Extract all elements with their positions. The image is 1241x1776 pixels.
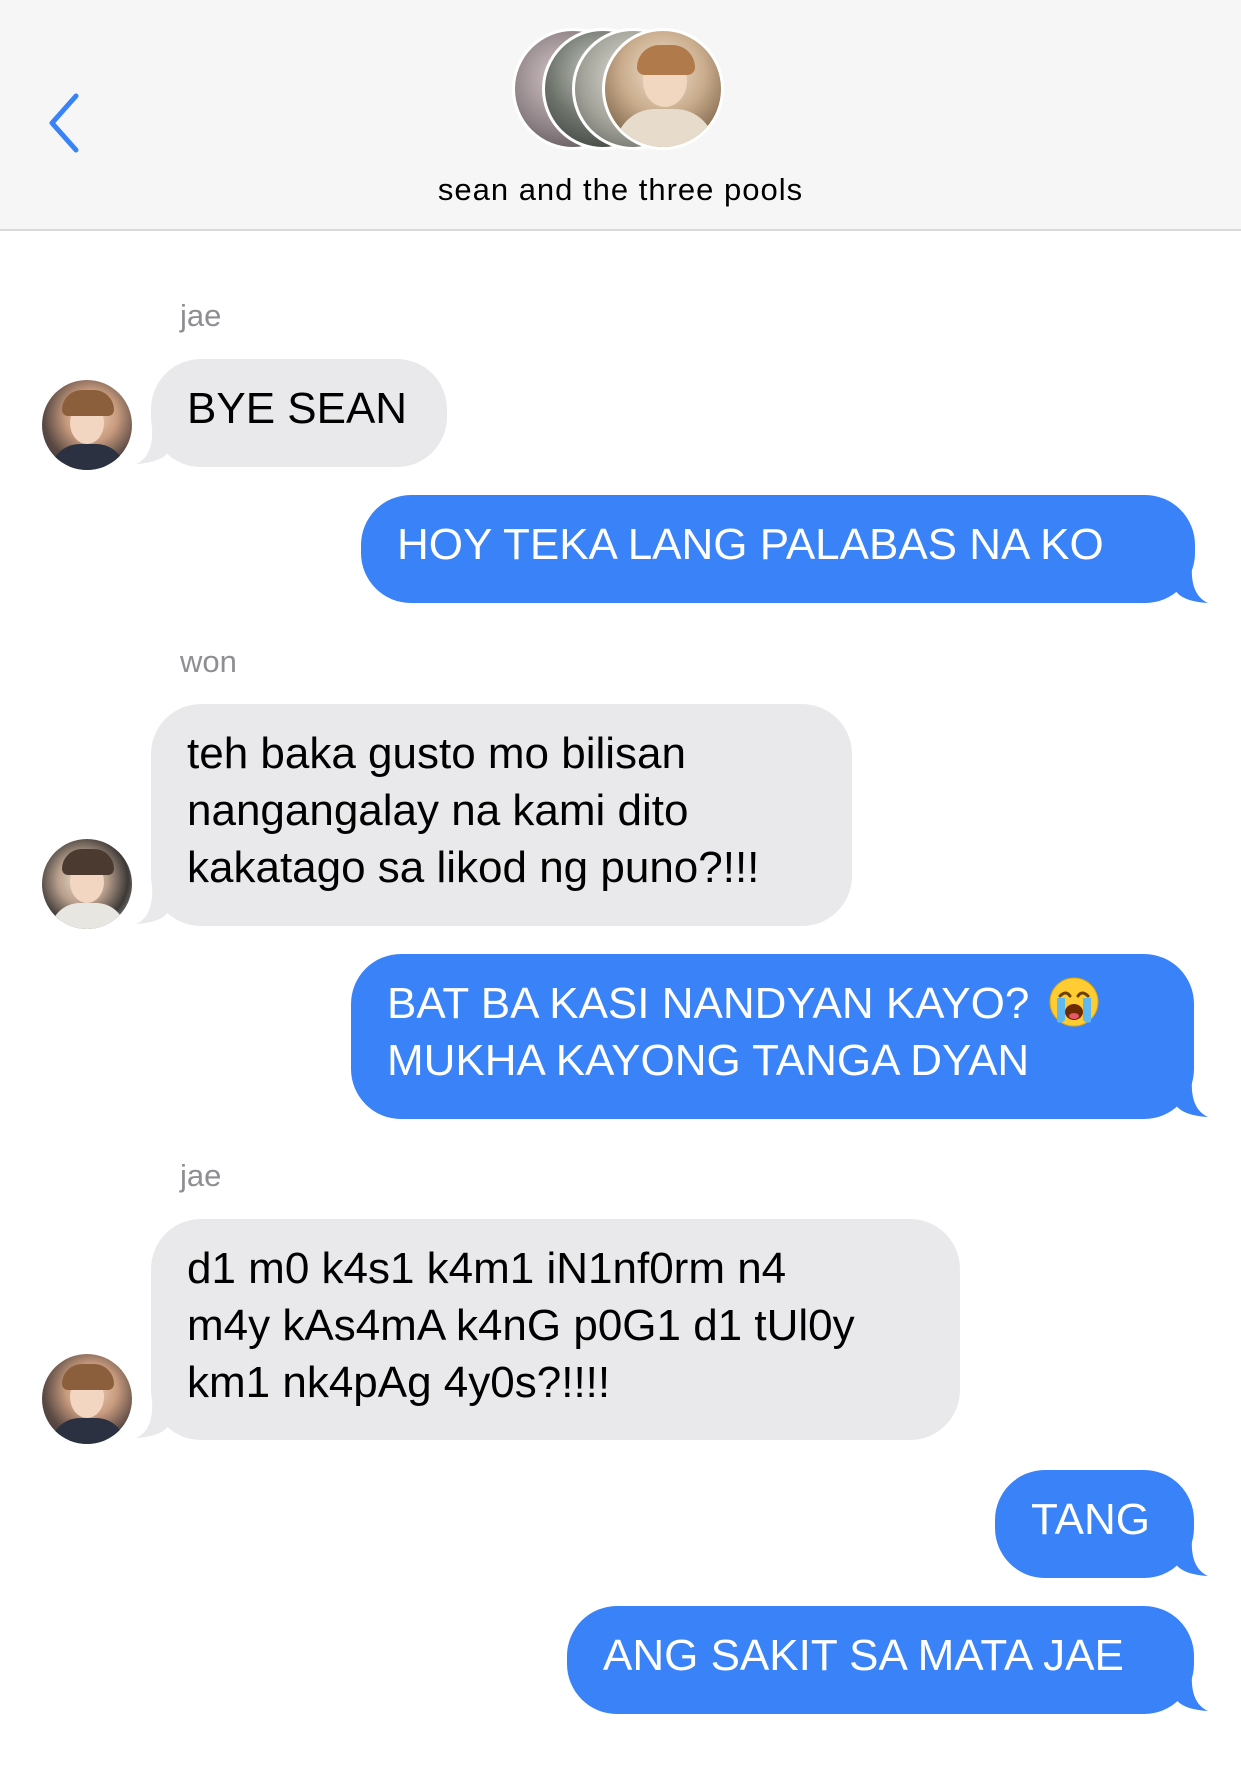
sender-name: jae [180, 298, 222, 333]
message-text-line: BAT BA KASI NANDYAN KAYO? [387, 979, 1030, 1028]
sender-name: won [180, 644, 237, 679]
sender-avatar[interactable] [42, 1354, 132, 1444]
back-button[interactable] [44, 88, 94, 158]
chat-screen: sean and the three pools jae BYE SEAN HO… [0, 0, 1241, 1776]
message-bubble[interactable]: ANG SAKIT SA MATA JAE [567, 1606, 1194, 1714]
loudly-crying-face-icon [1049, 977, 1099, 1027]
message-bubble[interactable]: HOY TEKA LANG PALABAS NA KO [361, 495, 1195, 603]
group-member-avatar [602, 28, 724, 150]
message-text-line: MUKHA KAYONG TANGA DYAN [387, 1036, 1030, 1085]
chevron-left-icon [49, 93, 79, 153]
sender-avatar[interactable] [42, 380, 132, 470]
message-bubble[interactable]: BYE SEAN [151, 359, 447, 467]
sender-avatar[interactable] [42, 839, 132, 929]
group-avatar-stack[interactable] [512, 28, 732, 154]
message-bubble[interactable]: teh baka gusto mo bilisan nangangalay na… [151, 704, 852, 926]
message-bubble[interactable]: BAT BA KASI NANDYAN KAYO? MUKHA KAYONG T… [351, 954, 1194, 1119]
sender-name: jae [180, 1158, 222, 1193]
chat-header: sean and the three pools [0, 0, 1241, 231]
message-bubble[interactable]: TANG [995, 1470, 1194, 1578]
message-bubble[interactable]: d1 m0 k4s1 k4m1 iN1nf0rm n4 m4y kAs4mA k… [151, 1219, 960, 1440]
group-title[interactable]: sean and the three pools [0, 172, 1241, 208]
